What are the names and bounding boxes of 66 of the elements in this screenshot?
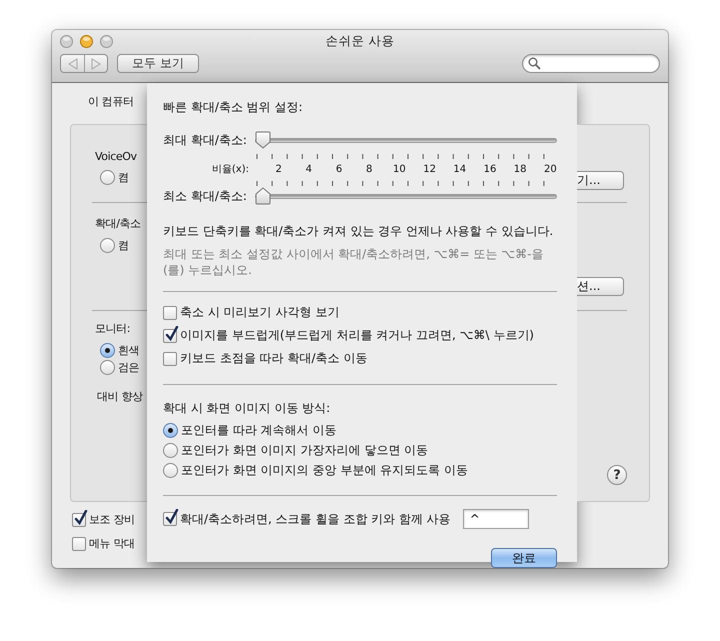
radio-button[interactable]: [163, 463, 178, 478]
radio-label: 포인터가 화면 이미지의 중앙 부분에 유지되도록 이동: [181, 462, 468, 479]
option-label: 대비 향상: [97, 389, 144, 404]
forward-arrow-icon: [91, 58, 101, 70]
slider-thumb[interactable]: [255, 187, 271, 205]
radio-label: 포인터를 따라 계속해서 이동: [181, 422, 336, 439]
scale-number: 2: [274, 164, 283, 174]
radio-label: 켬: [118, 170, 129, 185]
checkbox-label: 확대/축소하려면, 스크롤 휠을 조합 키와 함께 사용: [180, 510, 451, 528]
checkbox-label: 축소 시 미리보기 사각형 보기: [180, 304, 340, 321]
zoom-button[interactable]: [100, 34, 113, 48]
scale-number: 14: [452, 164, 468, 174]
radio-button[interactable]: [163, 443, 178, 458]
radio-label: 포인터가 화면 이미지 가장자리에 닿으면 이동: [181, 442, 428, 459]
scale-label: 비율(x):: [210, 163, 249, 176]
info-text: 키보드 단축키를 확대/축소가 켜져 있는 경우 언제나 사용할 수 있습니다.: [163, 223, 554, 240]
minimize-button[interactable]: [80, 34, 93, 48]
scale-number: 20: [542, 164, 558, 174]
radio-button[interactable]: [100, 360, 115, 376]
section-title: 확대 시 화면 이미지 이동 방식:: [163, 400, 332, 417]
done-button[interactable]: 완료: [491, 548, 557, 568]
slider[interactable]: [255, 186, 557, 206]
checkbox[interactable]: [72, 512, 86, 526]
slider-label: 최대 확대/축소:: [163, 132, 248, 148]
checkbox-label: 이미지를 부드럽게(부드럽게 처리를 켜거나 끄려면, ⌥⌘\ 누르기): [180, 327, 534, 344]
checkbox-label: 키보드 초점을 따라 확대/축소 이동: [180, 350, 368, 367]
modifier-key-field[interactable]: ^: [462, 509, 529, 529]
radio-button[interactable]: [100, 238, 115, 253]
radio-button[interactable]: [100, 170, 115, 185]
radio-button[interactable]: [100, 343, 115, 358]
close-button[interactable]: [60, 34, 73, 48]
checkbox[interactable]: [72, 536, 86, 550]
options-button[interactable]: 션...: [577, 276, 624, 296]
scale-number: 8: [365, 164, 374, 174]
radio-label: 켬: [118, 238, 129, 253]
checkbox[interactable]: [163, 352, 177, 366]
checkbox[interactable]: [163, 306, 177, 320]
slider-label: 최소 확대/축소:: [163, 188, 248, 204]
section-label: 모니터:: [95, 321, 132, 336]
options-button[interactable]: 기...: [577, 171, 624, 190]
search-icon: [528, 57, 541, 70]
radio-label: 검은: [118, 360, 140, 376]
checkbox[interactable]: [163, 328, 177, 342]
radio-label: 흰색: [118, 343, 140, 358]
help-button[interactable]: ?: [607, 465, 627, 486]
scale-number: 10: [392, 164, 407, 174]
slider-thumb[interactable]: [255, 131, 271, 149]
search-field[interactable]: [522, 54, 660, 73]
pane-heading: 이 컴퓨터: [87, 94, 134, 110]
section-label: VoiceOv: [95, 150, 138, 163]
slider[interactable]: [255, 130, 557, 150]
radio-button[interactable]: [163, 423, 178, 438]
window-title: 손쉬운 사용: [326, 32, 394, 48]
hint-text: 최대 또는 최소 설정값 사이에서 확대/축소하려면, ⌥⌘= 또는 ⌥⌘-을(를) 누르십시오.: [163, 246, 544, 278]
scale-number: 4: [304, 164, 314, 174]
show-all-button[interactable]: 모두 보기: [117, 54, 199, 73]
section-title: 빠른 확대/축소 범위 설정:: [163, 99, 304, 116]
scale-number: 6: [334, 164, 344, 174]
section-label: 확대/축소: [95, 216, 142, 231]
scale-number: 12: [422, 164, 437, 174]
checkbox[interactable]: [163, 512, 177, 526]
checkbox-label: 메뉴 막대: [89, 536, 134, 551]
checkbox-label: 보조 장비: [89, 512, 134, 527]
back-arrow-icon: [68, 58, 78, 70]
scale-number: 16: [482, 164, 498, 174]
scale-number: 18: [512, 164, 528, 174]
